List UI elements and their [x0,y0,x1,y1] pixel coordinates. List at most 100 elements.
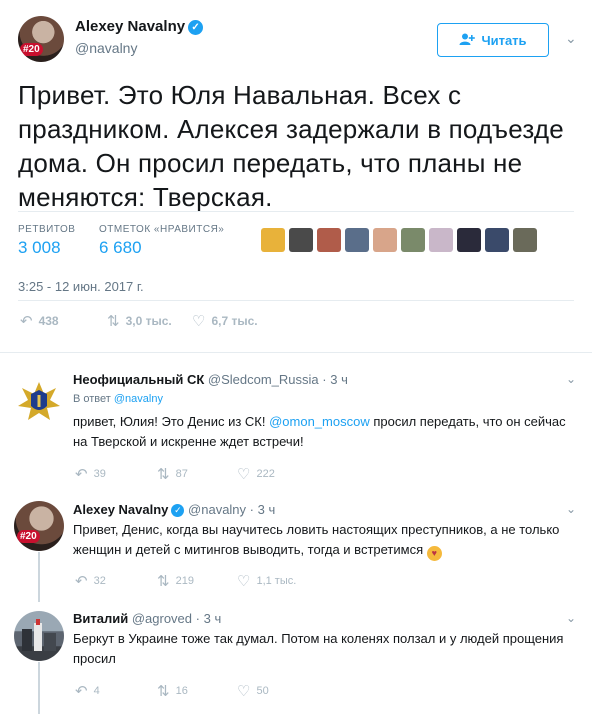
liker-avatar[interactable] [401,228,425,252]
reply-button[interactable]: ↶ 39 [75,465,157,483]
like-count: 1,1 тыс. [256,575,297,587]
reply-icon: ↶ [75,573,88,590]
chevron-down-icon[interactable]: ⌄ [566,502,576,516]
reply-text: Привет, Денис, когда вы научитесь ловить… [73,520,573,561]
like-count: 222 [256,468,275,480]
reply-button[interactable]: ↶ 438 [20,312,107,330]
reply-count: 32 [93,575,106,587]
thread-line [38,662,40,714]
author-handle[interactable]: @navalny [75,40,137,56]
add-user-icon [459,33,476,48]
author-avatar[interactable]: #20 [18,16,64,62]
reply-text: привет, Юлия! Это Денис из СК! @omon_mos… [73,412,573,452]
reply-actions: ↶ 39 ⇅ 87 ♡ 222 [75,465,275,483]
reply-button[interactable]: ↶ 4 [75,682,157,700]
like-count: 6,7 тыс. [211,314,258,328]
reply-actions: ↶ 4 ⇅ 16 ♡ 50 [75,682,269,700]
heart-icon: ♡ [237,683,251,700]
heart-icon: ♡ [237,466,251,483]
in-reply-label: В ответ [73,393,111,405]
retweet-count: 16 [175,685,188,697]
liker-avatars [261,228,537,252]
reply-header: Неофициальный СК @Sledcom_Russia · 3 ч [73,372,348,387]
retweets-label: РЕТВИТОВ [18,224,76,235]
avatar[interactable]: #20 [14,501,64,551]
reply-time[interactable]: 3 ч [204,611,222,626]
retweet-icon: ⇅ [107,313,120,330]
reply-header: Виталий @agroved · 3 ч [73,611,222,626]
retweet-count: 3,0 тыс. [125,314,172,328]
tweet-actions: ↶ 438 ⇅ 3,0 тыс. ♡ 6,7 тыс. [20,312,258,330]
avatar-badge: #20 [20,43,43,56]
avatar[interactable] [14,611,64,661]
reply-header: Alexey Navalny ✓ @navalny · 3 ч [73,502,276,517]
reply-author-handle[interactable]: @Sledcom_Russia [208,372,319,387]
author-name-row[interactable]: Alexey Navalny ✓ [75,18,204,35]
retweet-icon: ⇅ [157,466,170,483]
reply-count: 39 [93,468,106,480]
section-divider [0,352,592,353]
retweet-button[interactable]: ⇅ 87 [157,465,237,483]
liker-avatar[interactable] [345,228,369,252]
reply-button[interactable]: ↶ 32 [75,572,157,590]
like-count: 50 [256,685,269,697]
reply-icon: ↶ [75,466,88,483]
tweet-text: Привет. Это Юля Навальная. Всех с праздн… [18,80,564,212]
liker-avatar[interactable] [289,228,313,252]
avatar-badge: #20 [17,530,40,543]
in-reply-handle[interactable]: @navalny [114,393,163,405]
liker-avatar[interactable] [485,228,509,252]
retweet-count: 87 [175,468,188,480]
chevron-down-icon[interactable]: ⌄ [566,611,576,625]
likes-label: ОТМЕТОК «НРАВИТСЯ» [99,224,225,235]
mention-link[interactable]: @omon_moscow [269,414,370,429]
reply-icon: ↶ [75,683,88,700]
verified-badge-icon: ✓ [171,504,185,517]
reply-time[interactable]: 3 ч [258,502,276,517]
verified-badge-icon: ✓ [188,20,204,35]
follow-button[interactable]: Читать [437,23,549,57]
liker-avatar[interactable] [457,228,481,252]
likes-count: 6 680 [99,238,142,257]
reply-text-part: привет, Юлия! Это Денис из СК! [73,414,270,429]
reply-actions: ↶ 32 ⇅ 219 ♡ 1,1 тыс. [75,572,296,590]
retweet-icon: ⇅ [157,573,170,590]
liker-avatar[interactable] [261,228,285,252]
avatar[interactable] [14,376,64,426]
reply-count: 4 [93,685,100,697]
liker-avatar[interactable] [429,228,453,252]
liker-avatar[interactable] [373,228,397,252]
author-name[interactable]: Alexey Navalny [75,18,185,35]
reply-author-name[interactable]: Alexey Navalny [73,502,168,517]
retweet-icon: ⇅ [157,683,170,700]
reply-time[interactable]: 3 ч [330,372,348,387]
heart-icon: ♡ [192,313,206,330]
in-reply-to: В ответ @navalny [73,393,163,405]
chevron-down-icon[interactable]: ⌄ [565,30,577,47]
reply-text-part: Привет, Денис, когда вы научитесь ловить… [73,522,560,557]
divider [18,300,574,301]
liker-avatar[interactable] [513,228,537,252]
chevron-down-icon[interactable]: ⌄ [566,372,576,386]
like-button[interactable]: ♡ 1,1 тыс. [237,572,296,590]
reply-author-handle[interactable]: @agroved [132,611,192,626]
divider [18,211,574,212]
like-button[interactable]: ♡ 6,7 тыс. [192,312,258,330]
retweets-stat[interactable]: РЕТВИТОВ 3 008 [18,224,75,258]
reply-icon: ↶ [20,313,33,330]
retweets-count: 3 008 [18,238,61,257]
thread-line [38,552,40,602]
like-button[interactable]: ♡ 50 [237,682,269,700]
retweet-button[interactable]: ⇅ 219 [157,572,237,590]
follow-button-label: Читать [481,32,527,48]
retweet-button[interactable]: ⇅ 16 [157,682,237,700]
liker-avatar[interactable] [317,228,341,252]
tweet-timestamp[interactable]: 3:25 - 12 июн. 2017 г. [18,279,144,294]
reply-author-handle[interactable]: @navalny [188,502,246,517]
retweet-count: 219 [175,575,194,587]
retweet-button[interactable]: ⇅ 3,0 тыс. [107,312,192,330]
likes-stat[interactable]: ОТМЕТОК «НРАВИТСЯ» 6 680 [99,224,224,258]
reply-author-name[interactable]: Неофициальный СК [73,372,204,387]
like-button[interactable]: ♡ 222 [237,465,275,483]
reply-author-name[interactable]: Виталий [73,611,128,626]
